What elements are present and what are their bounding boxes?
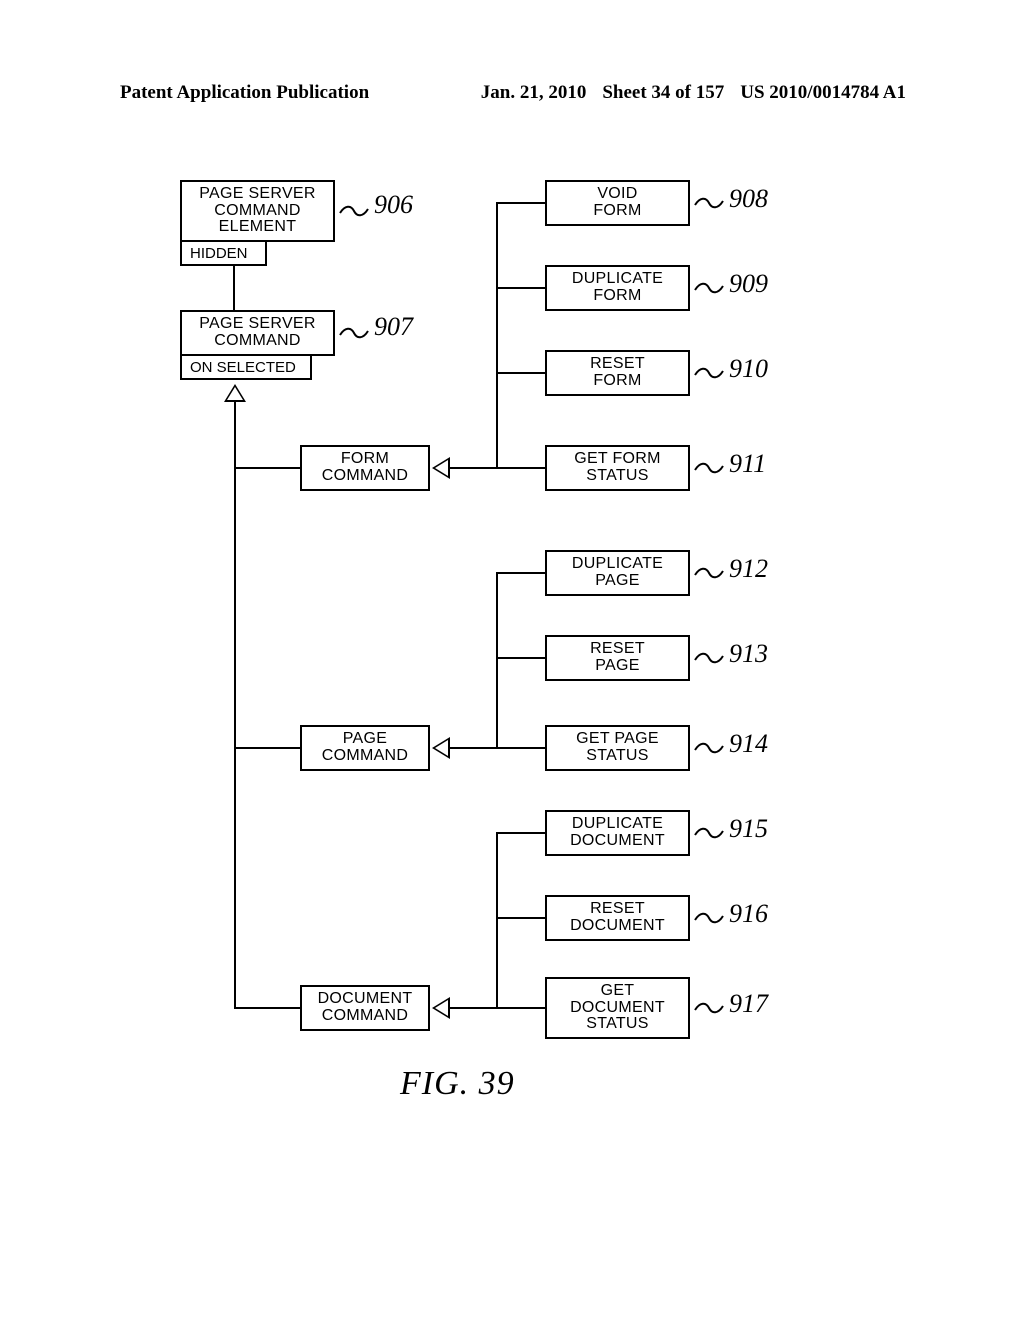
ref-913: 913 xyxy=(729,639,768,669)
leader-tilde-icon xyxy=(694,366,724,380)
ref-911: 911 xyxy=(729,449,766,479)
box-reset-form: RESET FORM xyxy=(545,350,690,396)
connector xyxy=(234,1007,300,1009)
connector xyxy=(233,266,235,310)
leader-tilde-icon xyxy=(694,911,724,925)
box-duplicate-document: DUPLICATE DOCUMENT xyxy=(545,810,690,856)
inheritance-arrow-icon xyxy=(224,384,246,402)
page-header: Patent Application Publication Jan. 21, … xyxy=(0,82,1024,104)
ref-916: 916 xyxy=(729,899,768,929)
inheritance-arrow-icon xyxy=(432,737,450,759)
ref-907: 907 xyxy=(374,312,413,342)
leader-tilde-icon xyxy=(694,826,724,840)
box-get-document-status: GET DOCUMENT STATUS xyxy=(545,977,690,1039)
connector xyxy=(496,572,498,749)
inheritance-arrow-icon xyxy=(432,457,450,479)
box-duplicate-form: DUPLICATE FORM xyxy=(545,265,690,311)
box-reset-document: RESET DOCUMENT xyxy=(545,895,690,941)
figure-caption: FIG. 39 xyxy=(400,1065,515,1103)
ref-917: 917 xyxy=(729,989,768,1019)
connector xyxy=(496,1007,545,1009)
leader-tilde-icon xyxy=(694,1001,724,1015)
box-form-command: FORM COMMAND xyxy=(300,445,430,491)
header-right: Jan. 21, 2010 Sheet 34 of 157 US 2010/00… xyxy=(481,82,906,104)
leader-tilde-icon xyxy=(339,204,369,218)
ref-910: 910 xyxy=(729,354,768,384)
connector xyxy=(496,467,545,469)
ref-915: 915 xyxy=(729,814,768,844)
box-on-selected: ON SELECTED xyxy=(180,354,312,380)
box-duplicate-page: DUPLICATE PAGE xyxy=(545,550,690,596)
connector xyxy=(496,832,498,1009)
connector xyxy=(496,572,545,574)
box-page-server-command-element: PAGE SERVER COMMAND ELEMENT xyxy=(180,180,335,242)
connector xyxy=(496,657,545,659)
connector xyxy=(496,202,498,469)
ref-908: 908 xyxy=(729,184,768,214)
connector xyxy=(496,917,545,919)
box-page-command: PAGE COMMAND xyxy=(300,725,430,771)
box-page-server-command: PAGE SERVER COMMAND xyxy=(180,310,335,356)
connector xyxy=(496,832,545,834)
connector xyxy=(450,747,498,749)
connector xyxy=(234,402,236,1008)
inheritance-arrow-icon xyxy=(432,997,450,1019)
leader-tilde-icon xyxy=(694,651,724,665)
connector xyxy=(496,372,545,374)
box-get-form-status: GET FORM STATUS xyxy=(545,445,690,491)
header-left: Patent Application Publication xyxy=(120,82,369,104)
connector xyxy=(496,202,545,204)
header-date: Jan. 21, 2010 xyxy=(481,82,587,104)
leader-tilde-icon xyxy=(694,741,724,755)
leader-tilde-icon xyxy=(694,281,724,295)
connector xyxy=(234,747,300,749)
connector xyxy=(234,467,300,469)
box-get-page-status: GET PAGE STATUS xyxy=(545,725,690,771)
leader-tilde-icon xyxy=(694,196,724,210)
ref-909: 909 xyxy=(729,269,768,299)
leader-tilde-icon xyxy=(694,461,724,475)
ref-912: 912 xyxy=(729,554,768,584)
header-sheet: Sheet 34 of 157 xyxy=(602,82,724,104)
header-pubno: US 2010/0014784 A1 xyxy=(740,82,906,104)
box-hidden: HIDDEN xyxy=(180,240,267,266)
box-void-form: VOID FORM xyxy=(545,180,690,226)
ref-906: 906 xyxy=(374,190,413,220)
connector xyxy=(496,747,545,749)
connector xyxy=(450,467,498,469)
box-reset-page: RESET PAGE xyxy=(545,635,690,681)
connector xyxy=(450,1007,498,1009)
ref-914: 914 xyxy=(729,729,768,759)
leader-tilde-icon xyxy=(694,566,724,580)
connector xyxy=(496,287,545,289)
diagram-fig-39: PAGE SERVER COMMAND ELEMENT HIDDEN 906 P… xyxy=(0,170,1024,1170)
leader-tilde-icon xyxy=(339,326,369,340)
box-document-command: DOCUMENT COMMAND xyxy=(300,985,430,1031)
